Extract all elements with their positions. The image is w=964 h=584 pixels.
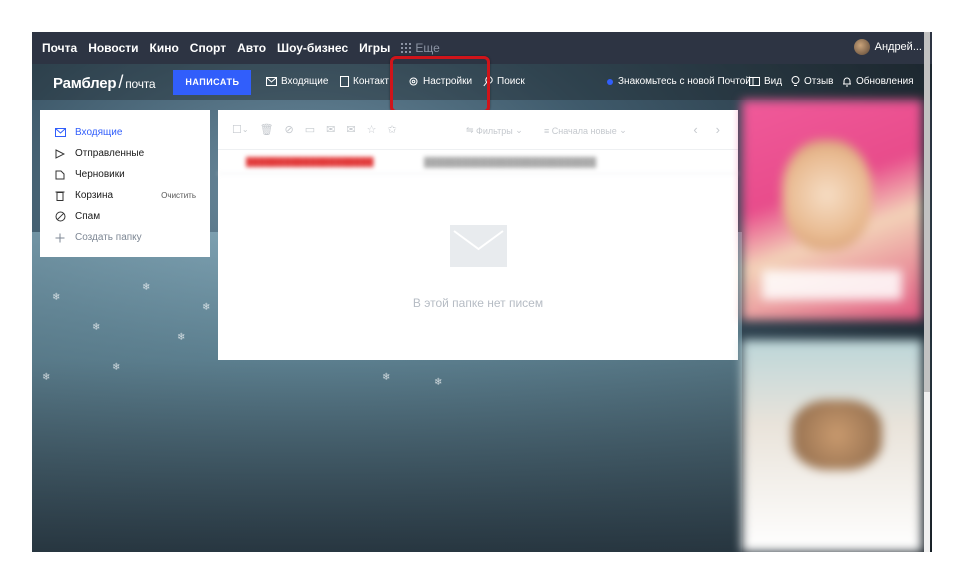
browser-viewport: ❄ ❄ ❄ ❄ ❄ ❄ ❄ ❄ ❄ Почта Новости Кино Спо…	[32, 32, 932, 552]
topnav-showbiz[interactable]: Шоу-бизнес	[277, 41, 348, 55]
nav-view-label: Вид	[764, 76, 783, 87]
snowflake-decoration: ❄	[92, 322, 101, 333]
snowflake-decoration: ❄	[142, 282, 151, 293]
nav-updates-label: Обновления	[856, 76, 914, 87]
ad-banner-bottom[interactable]	[742, 340, 922, 552]
ad-image	[782, 140, 872, 250]
block-icon[interactable]: ⊘	[285, 123, 294, 136]
snowflake-decoration: ❄	[382, 372, 391, 383]
nav-feedback[interactable]: Отзыв	[791, 76, 833, 87]
message-toolbar: ☐ ⌄ 🗑︎ ⊘ ▭ ✉︎ ✉︎ ☆ ✩ ⇋ Фильтры ⌄ ≡ Сначал…	[218, 110, 738, 150]
nav-inbox[interactable]: Входящие	[266, 76, 328, 87]
nav-inbox-label: Входящие	[281, 76, 329, 87]
filters-dropdown[interactable]: ⇋ Фильтры ⌄	[466, 125, 523, 136]
bell-icon	[843, 77, 851, 87]
topnav-sport[interactable]: Спорт	[190, 41, 226, 55]
plus-icon	[54, 232, 66, 244]
folder-sidebar: Входящие Отправленные Черновики Корзина …	[40, 110, 210, 257]
prev-page-icon[interactable]: ‹	[693, 122, 697, 137]
scrollbar-thumb[interactable]	[924, 32, 930, 392]
nav-new-mail-promo[interactable]: Знакомьтесь с новой Почтой	[607, 76, 751, 87]
avatar	[853, 39, 870, 55]
next-page-icon[interactable]: ›	[716, 122, 720, 137]
snowflake-decoration: ❄	[177, 332, 186, 343]
empty-folder-message: В этой папке нет писем	[412, 296, 544, 310]
user-menu[interactable]: Андрей...	[853, 39, 922, 55]
folder-label: Входящие	[75, 127, 123, 138]
create-folder-button[interactable]: Создать папку	[40, 227, 210, 248]
logo-brand: Рамблер	[53, 74, 117, 92]
message-list-panel: ☐ ⌄ 🗑︎ ⊘ ▭ ✉︎ ✉︎ ☆ ✩ ⇋ Фильтры ⌄ ≡ Сначал…	[218, 110, 738, 360]
user-name: Андрей...	[874, 41, 922, 53]
settings-highlight-box	[390, 56, 490, 113]
folder-sent[interactable]: Отправленные	[40, 143, 210, 164]
star-icon[interactable]: ☆	[367, 123, 377, 136]
nav-view[interactable]: Вид	[749, 76, 782, 87]
ad-image	[762, 270, 902, 300]
empty-mailbox-icon	[450, 225, 507, 267]
envelope-icon	[266, 77, 277, 86]
nav-contacts-label: Контакт	[353, 76, 390, 87]
select-all-checkbox[interactable]: ☐ ⌄	[232, 123, 249, 136]
send-icon	[54, 148, 66, 160]
snowflake-decoration: ❄	[42, 372, 51, 383]
topnav-more-label: Еще	[415, 41, 440, 55]
topnav-news[interactable]: Новости	[88, 41, 138, 55]
folder-label: Создать папку	[75, 232, 142, 243]
logo-product: почта	[125, 76, 156, 91]
view-icon	[749, 77, 760, 86]
rambler-logo[interactable]: Рамблер / почта	[53, 71, 156, 93]
promo-dot-icon	[607, 78, 613, 85]
folder-inbox[interactable]: Входящие	[40, 122, 210, 143]
topnav-pochta[interactable]: Почта	[42, 41, 77, 55]
ad-text: ███████████████████████████	[424, 156, 597, 167]
logo-slash: /	[118, 71, 124, 92]
nav-updates[interactable]: Обновления	[842, 76, 914, 87]
folder-label: Спам	[75, 211, 101, 222]
folder-trash[interactable]: Корзина Очистить	[40, 185, 210, 206]
mark-unread-icon[interactable]: ✉︎	[346, 123, 355, 136]
folder-spam[interactable]: Спам	[40, 206, 210, 227]
ad-image	[792, 400, 882, 470]
ad-banner-row[interactable]: ████████████████████ ███████████████████…	[218, 150, 738, 174]
draft-icon	[54, 169, 66, 181]
nav-search-label: Поиск	[497, 76, 525, 87]
snowflake-decoration: ❄	[52, 292, 61, 303]
empty-trash-link[interactable]: Очистить	[161, 191, 196, 200]
snowflake-decoration: ❄	[202, 302, 211, 313]
topnav-kino[interactable]: Кино	[150, 41, 179, 55]
filters-label: Фильтры	[476, 125, 513, 136]
delete-icon[interactable]: 🗑︎	[260, 123, 274, 136]
compose-button[interactable]: НАПИСАТЬ	[173, 69, 252, 95]
ad-banner-top[interactable]	[742, 100, 922, 320]
sort-label: Сначала новые	[551, 125, 617, 136]
nav-contacts[interactable]: Контакт	[340, 76, 389, 87]
spam-icon	[54, 211, 66, 223]
grid-icon	[401, 43, 412, 53]
ad-text: ████████████████████	[246, 156, 374, 167]
trash-icon	[54, 190, 66, 202]
folder-label: Черновики	[75, 169, 125, 180]
topnav-games[interactable]: Игры	[359, 41, 390, 55]
envelope-icon	[54, 127, 66, 139]
nav-feedback-label: Отзыв	[804, 76, 834, 87]
page-scrollbar[interactable]	[924, 32, 930, 552]
ad-column[interactable]	[742, 100, 922, 552]
sort-dropdown[interactable]: ≡ Сначала новые ⌄	[544, 125, 627, 136]
star-outline-icon[interactable]: ✩	[387, 123, 396, 136]
topnav-auto[interactable]: Авто	[237, 41, 266, 55]
folder-label: Корзина	[75, 190, 114, 201]
mark-read-icon[interactable]: ✉︎	[326, 123, 335, 136]
folder-label: Отправленные	[75, 148, 145, 159]
folder-drafts[interactable]: Черновики	[40, 164, 210, 185]
move-folder-icon[interactable]: ▭	[305, 123, 315, 136]
topnav-more[interactable]: Еще	[401, 41, 440, 55]
lightbulb-icon	[791, 76, 800, 86]
nav-discover-label: Знакомьтесь с новой Почтой	[618, 76, 751, 87]
pager: ‹ ›	[675, 122, 720, 137]
contacts-icon	[340, 76, 349, 87]
snowflake-decoration: ❄	[112, 362, 121, 373]
snowflake-decoration: ❄	[434, 377, 443, 388]
